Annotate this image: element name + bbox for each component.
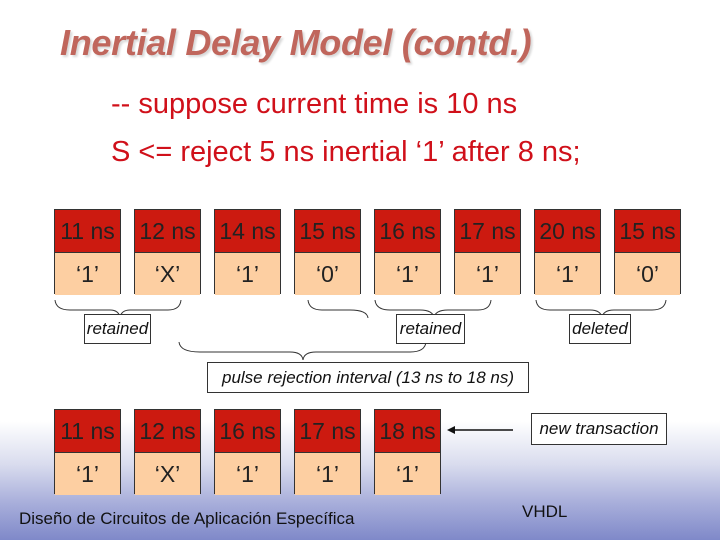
transaction-value: ‘1’ [215,453,280,495]
transaction-value: ‘1’ [55,453,120,495]
transaction-cell: 12 ns ‘X’ [134,209,201,295]
transaction-cell: 18 ns ‘1’ [374,409,441,495]
transaction-value: ‘0’ [295,253,360,295]
transaction-cell: 11 ns ‘1’ [54,409,121,495]
transaction-time: 16 ns [375,210,440,253]
comment-line: -- suppose current time is 10 ns [111,88,518,120]
transaction-time: 11 ns [55,210,120,253]
transaction-value: ‘X’ [135,253,200,295]
transaction-cell: 14 ns ‘1’ [214,209,281,295]
slide-title: Inertial Delay Model (contd.) [60,22,532,63]
footer-topic: VHDL [522,502,568,521]
transaction-time: 12 ns [135,210,200,253]
transaction-time: 15 ns [295,210,360,253]
transaction-time: 20 ns [535,210,600,253]
brace-pulse-rejection [178,341,427,361]
retained-label-1: retained [84,314,151,344]
code-line: S <= reject 5 ns inertial ‘1’ after 8 ns… [111,136,581,168]
transaction-cell: 15 ns ‘0’ [294,209,361,295]
transaction-cell: 15 ns ‘0’ [614,209,681,295]
transaction-cell: 20 ns ‘1’ [534,209,601,295]
transaction-time: 14 ns [215,210,280,253]
arrow-left-icon [447,426,513,434]
transaction-value: ‘0’ [615,253,680,295]
transaction-cell: 17 ns ‘1’ [294,409,361,495]
transaction-cell: 12 ns ‘X’ [134,409,201,495]
transaction-time: 17 ns [295,410,360,453]
retained-label-2: retained [396,314,465,344]
transaction-value: ‘1’ [375,253,440,295]
transaction-time: 11 ns [55,410,120,453]
transaction-cell: 16 ns ‘1’ [374,209,441,295]
transaction-time: 15 ns [615,210,680,253]
transaction-value: ‘X’ [135,453,200,495]
transaction-value: ‘1’ [55,253,120,295]
transaction-cell: 17 ns ‘1’ [454,209,521,295]
transaction-time: 12 ns [135,410,200,453]
transaction-value: ‘1’ [295,453,360,495]
pulse-rejection-label: pulse rejection interval (13 ns to 18 ns… [207,362,529,393]
transaction-time: 18 ns [375,410,440,453]
transaction-value: ‘1’ [455,253,520,295]
transaction-time: 16 ns [215,410,280,453]
transaction-value: ‘1’ [535,253,600,295]
transaction-cell: 11 ns ‘1’ [54,209,121,295]
transaction-cell: 16 ns ‘1’ [214,409,281,495]
brace-retained-2 [307,299,369,319]
transaction-time: 17 ns [455,210,520,253]
deleted-label: deleted [569,314,631,344]
footer-course-title: Diseño de Circuitos de Aplicación Especí… [19,509,355,528]
transaction-value: ‘1’ [375,453,440,495]
new-transaction-label: new transaction [531,413,667,445]
transaction-value: ‘1’ [215,253,280,295]
